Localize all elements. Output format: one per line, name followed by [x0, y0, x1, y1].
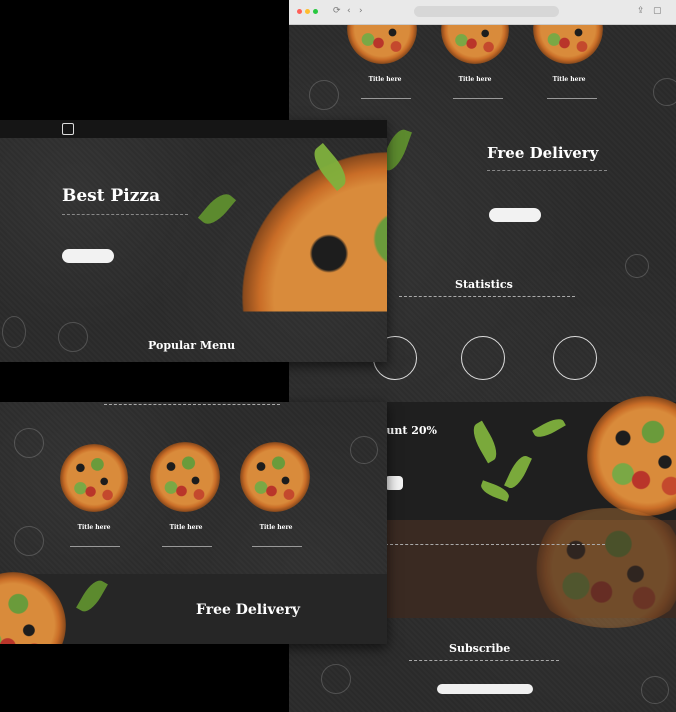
menu-item-description: [70, 538, 120, 547]
subscribe-body: [409, 660, 559, 673]
pepper-doodle-icon: [2, 316, 26, 348]
statistics-body: [399, 296, 575, 307]
mushroom-doodle-icon: [641, 676, 669, 704]
browser-toolbar: ⟳ ‹ › ⇪ ▢: [289, 0, 676, 25]
menu-pizza-image: [533, 24, 603, 64]
menu-item-description: [547, 90, 597, 99]
menu-item-description: [162, 538, 212, 547]
discount-body: [385, 444, 445, 468]
pepper-doodle-icon: [625, 254, 649, 278]
menu-item-description: [252, 538, 302, 547]
delivery-pizza-image: [0, 572, 66, 644]
mockup-composition: Title here Title here Title here Free De…: [0, 0, 676, 712]
menu-pizza-image: [240, 442, 310, 512]
menu-pizza-image: [441, 24, 509, 64]
popular-menu-intro: [104, 404, 280, 417]
menu-item-title: Title here: [169, 524, 203, 531]
free-delivery-body: [487, 170, 607, 193]
discount-title: ount 20%: [379, 424, 438, 437]
menu-item-title: Title here: [458, 76, 492, 83]
basil-leaf-decoration: [76, 576, 108, 616]
statistics-title: Statistics: [455, 278, 513, 291]
menu-item-description: [361, 90, 411, 99]
subscribe-email-input[interactable]: [437, 684, 533, 694]
window-maximize-button[interactable]: [313, 9, 318, 14]
menu-pizza-image: [150, 442, 220, 512]
basil-leaf-decoration: [197, 188, 237, 230]
free-delivery-title: Free Delivery: [487, 144, 599, 162]
free-delivery-body: [196, 626, 296, 640]
hero-pizza-image: [242, 152, 387, 312]
discount-button[interactable]: [385, 476, 403, 490]
arrow-left-icon[interactable]: ‹: [347, 6, 351, 16]
top-navigation: [0, 120, 387, 138]
discount-pizza-image: [587, 396, 676, 516]
free-delivery-button[interactable]: [489, 208, 541, 222]
arugula-decoration: [468, 420, 502, 464]
free-delivery-strip: Free Delivery: [0, 572, 387, 644]
logo-icon[interactable]: [62, 123, 74, 135]
arugula-decoration: [504, 452, 532, 492]
share-icon[interactable]: ⇪: [637, 6, 645, 16]
arugula-decoration: [532, 414, 566, 442]
menu-pizza-image: [347, 24, 417, 64]
window-minimize-button[interactable]: [305, 9, 310, 14]
hero-page-panel: Best Pizza Popular Menu: [0, 120, 387, 362]
menu-item-title: Title here: [552, 76, 586, 83]
menu-item-title: Title here: [368, 76, 402, 83]
popular-menu-title: Popular Menu: [148, 339, 236, 352]
subscribe-title: Subscribe: [449, 642, 511, 655]
garlic-doodle-icon: [321, 664, 351, 694]
tomato-doodle-icon: [309, 80, 339, 110]
window-close-button[interactable]: [297, 9, 302, 14]
hero-button[interactable]: [62, 249, 114, 263]
mushroom-doodle-icon: [350, 436, 378, 464]
menu-page-panel: Title here Title here Title here Free De…: [0, 402, 387, 644]
basil-doodle-icon: [14, 526, 44, 556]
testimonial-section: [385, 508, 676, 628]
free-delivery-title: Free Delivery: [196, 602, 300, 618]
statistic-circle: [553, 336, 597, 380]
hero-body: [62, 214, 188, 237]
hero-title: Best Pizza: [62, 186, 161, 206]
menu-item-title: Title here: [259, 524, 293, 531]
menu-pizza-image: [60, 444, 128, 512]
tomato-doodle-icon: [58, 322, 88, 352]
arrow-right-icon[interactable]: ›: [359, 6, 363, 16]
menu-item-title: Title here: [77, 524, 111, 531]
testimonial-quote: [385, 544, 605, 569]
refresh-icon[interactable]: ⟳: [333, 6, 341, 16]
mushroom-doodle-icon: [653, 78, 676, 106]
tabs-icon[interactable]: ▢: [653, 6, 662, 16]
statistic-circle: [461, 336, 505, 380]
address-bar[interactable]: [414, 6, 559, 17]
menu-item-description: [453, 90, 503, 99]
garlic-doodle-icon: [14, 428, 44, 458]
